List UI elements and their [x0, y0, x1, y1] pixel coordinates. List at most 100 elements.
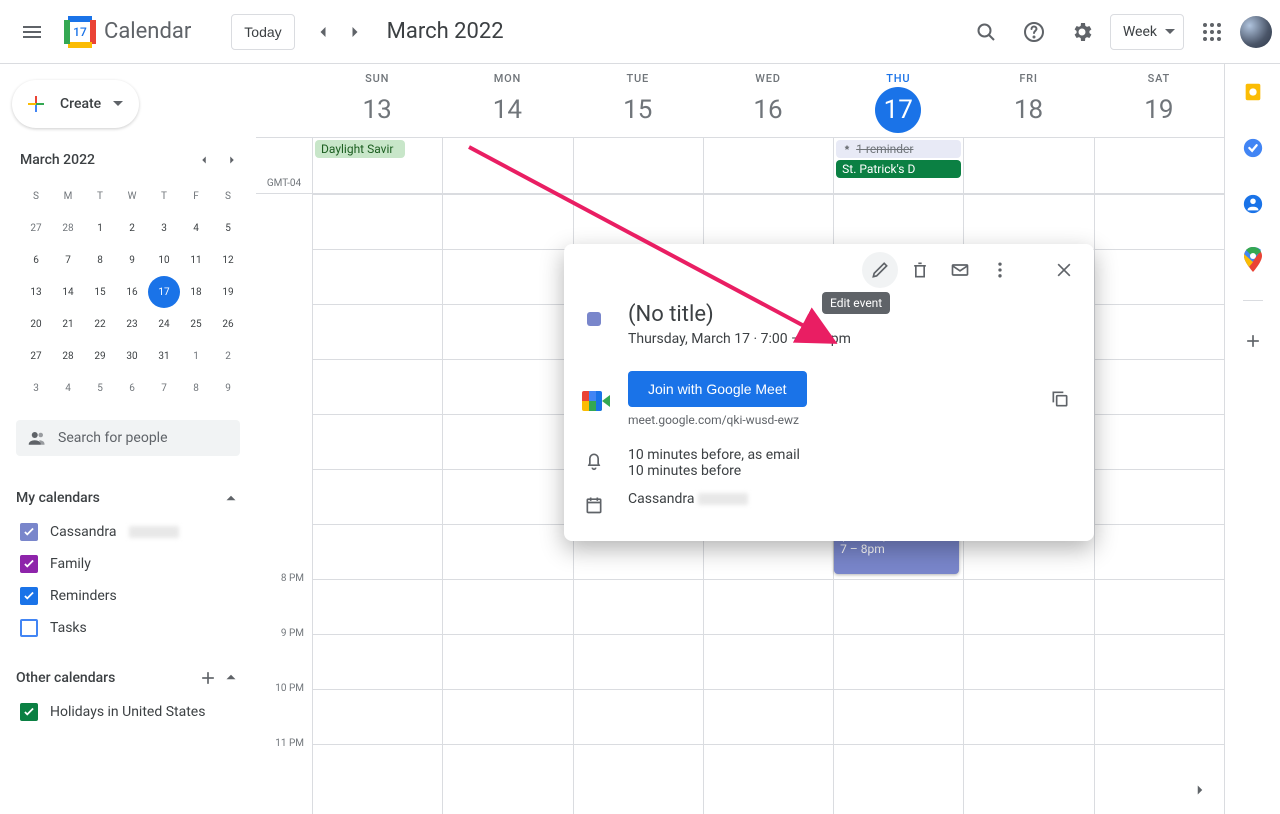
day-header[interactable]: MON14 [442, 64, 572, 137]
join-meet-button[interactable]: Join with Google Meet [628, 371, 807, 407]
contacts-icon[interactable] [1233, 184, 1273, 224]
day-header[interactable]: SAT19 [1094, 64, 1224, 137]
mini-day[interactable]: 4 [52, 372, 84, 404]
add-on-icon[interactable] [1233, 321, 1273, 361]
calendar-checkbox[interactable] [20, 619, 38, 637]
day-header[interactable]: SUN13 [312, 64, 442, 137]
delete-event-button[interactable] [902, 252, 938, 288]
mini-day[interactable]: 18 [180, 276, 212, 308]
mini-day[interactable]: 28 [52, 212, 84, 244]
side-panel-toggle[interactable] [1188, 778, 1212, 802]
prev-week-button[interactable] [307, 16, 339, 48]
mini-day[interactable]: 9 [212, 372, 244, 404]
mini-day[interactable]: 6 [116, 372, 148, 404]
search-icon[interactable] [966, 12, 1006, 52]
mini-day[interactable]: 14 [52, 276, 84, 308]
next-week-button[interactable] [339, 16, 371, 48]
mini-day[interactable]: 2 [116, 212, 148, 244]
calendar-item[interactable]: Holidays in United States [16, 696, 240, 728]
mini-day[interactable]: 8 [180, 372, 212, 404]
day-of-week: WED [703, 72, 833, 85]
mini-day[interactable]: 13 [20, 276, 52, 308]
copy-link-button[interactable] [1042, 381, 1078, 417]
mini-day[interactable]: 19 [212, 276, 244, 308]
grid-column[interactable] [1094, 194, 1224, 814]
mini-day[interactable]: 5 [212, 212, 244, 244]
calendar-item[interactable]: Reminders [16, 580, 240, 612]
mini-day[interactable]: 17 [148, 276, 180, 308]
today-button[interactable]: Today [231, 14, 294, 50]
mini-day[interactable]: 26 [212, 308, 244, 340]
add-calendar-icon[interactable] [198, 668, 218, 688]
mini-day[interactable]: 24 [148, 308, 180, 340]
mini-day[interactable]: 22 [84, 308, 116, 340]
mini-day[interactable]: 27 [20, 212, 52, 244]
search-people-input[interactable]: Search for people [16, 420, 240, 456]
email-guests-button[interactable] [942, 252, 978, 288]
calendar-checkbox[interactable] [20, 555, 38, 573]
apps-grid-icon[interactable] [1192, 12, 1232, 52]
calendar-logo[interactable]: 17 [60, 12, 100, 52]
month-title: March 2022 [387, 19, 504, 44]
allday-reminder[interactable]: 1 reminder [836, 140, 961, 158]
mini-day[interactable]: 15 [84, 276, 116, 308]
mini-next-button[interactable] [220, 148, 244, 172]
other-calendars-toggle[interactable]: Other calendars [16, 660, 240, 696]
calendar-checkbox[interactable] [20, 523, 38, 541]
mini-day[interactable]: 6 [20, 244, 52, 276]
mini-day[interactable]: 12 [212, 244, 244, 276]
mini-day[interactable]: 8 [84, 244, 116, 276]
allday-event-dst[interactable]: Daylight Savir [315, 140, 405, 158]
help-icon[interactable] [1014, 12, 1054, 52]
mini-day[interactable]: 5 [84, 372, 116, 404]
grid-column[interactable] [312, 194, 442, 814]
mini-day[interactable]: 9 [116, 244, 148, 276]
mini-prev-button[interactable] [192, 148, 216, 172]
mini-day[interactable]: 3 [148, 212, 180, 244]
calendar-item[interactable]: Tasks [16, 612, 240, 644]
close-popup-button[interactable] [1046, 252, 1082, 288]
mini-day[interactable]: 31 [148, 340, 180, 372]
mini-day[interactable]: 7 [148, 372, 180, 404]
mini-day[interactable]: 28 [52, 340, 84, 372]
options-button[interactable] [982, 252, 1018, 288]
mini-day[interactable]: 25 [180, 308, 212, 340]
settings-icon[interactable] [1062, 12, 1102, 52]
hamburger-menu[interactable] [8, 8, 56, 56]
calendar-item[interactable]: Family [16, 548, 240, 580]
mini-day[interactable]: 2 [212, 340, 244, 372]
day-header[interactable]: WED16 [703, 64, 833, 137]
mini-day[interactable]: 1 [180, 340, 212, 372]
mini-day[interactable]: 27 [20, 340, 52, 372]
keep-icon[interactable] [1233, 72, 1273, 112]
calendar-checkbox[interactable] [20, 703, 38, 721]
account-avatar[interactable] [1240, 16, 1272, 48]
mini-day[interactable]: 1 [84, 212, 116, 244]
allday-event-stpatricks[interactable]: St. Patrick's D [836, 160, 961, 178]
mini-day[interactable]: 20 [20, 308, 52, 340]
view-selector[interactable]: Week [1110, 14, 1184, 50]
mini-day[interactable]: 10 [148, 244, 180, 276]
tasks-icon[interactable] [1233, 128, 1273, 168]
mini-day[interactable]: 29 [84, 340, 116, 372]
maps-icon[interactable] [1233, 240, 1273, 280]
edit-event-button[interactable] [862, 252, 898, 288]
grid-column[interactable] [442, 194, 572, 814]
day-header[interactable]: THU17 [833, 64, 963, 137]
day-header[interactable]: TUE15 [573, 64, 703, 137]
my-calendars-toggle[interactable]: My calendars [16, 480, 240, 516]
mini-day[interactable]: 7 [52, 244, 84, 276]
mini-day[interactable]: 16 [116, 276, 148, 308]
mini-day[interactable]: 30 [116, 340, 148, 372]
mini-day[interactable]: 21 [52, 308, 84, 340]
day-header[interactable]: FRI18 [963, 64, 1093, 137]
calendar-checkbox[interactable] [20, 587, 38, 605]
mini-day[interactable]: 3 [20, 372, 52, 404]
day-of-week: SAT [1094, 72, 1224, 85]
mini-day[interactable]: 23 [116, 308, 148, 340]
mini-day[interactable]: 11 [180, 244, 212, 276]
create-button[interactable]: Create [12, 80, 139, 128]
mini-dow: S [212, 180, 244, 212]
mini-day[interactable]: 4 [180, 212, 212, 244]
calendar-item[interactable]: Cassandra [16, 516, 240, 548]
